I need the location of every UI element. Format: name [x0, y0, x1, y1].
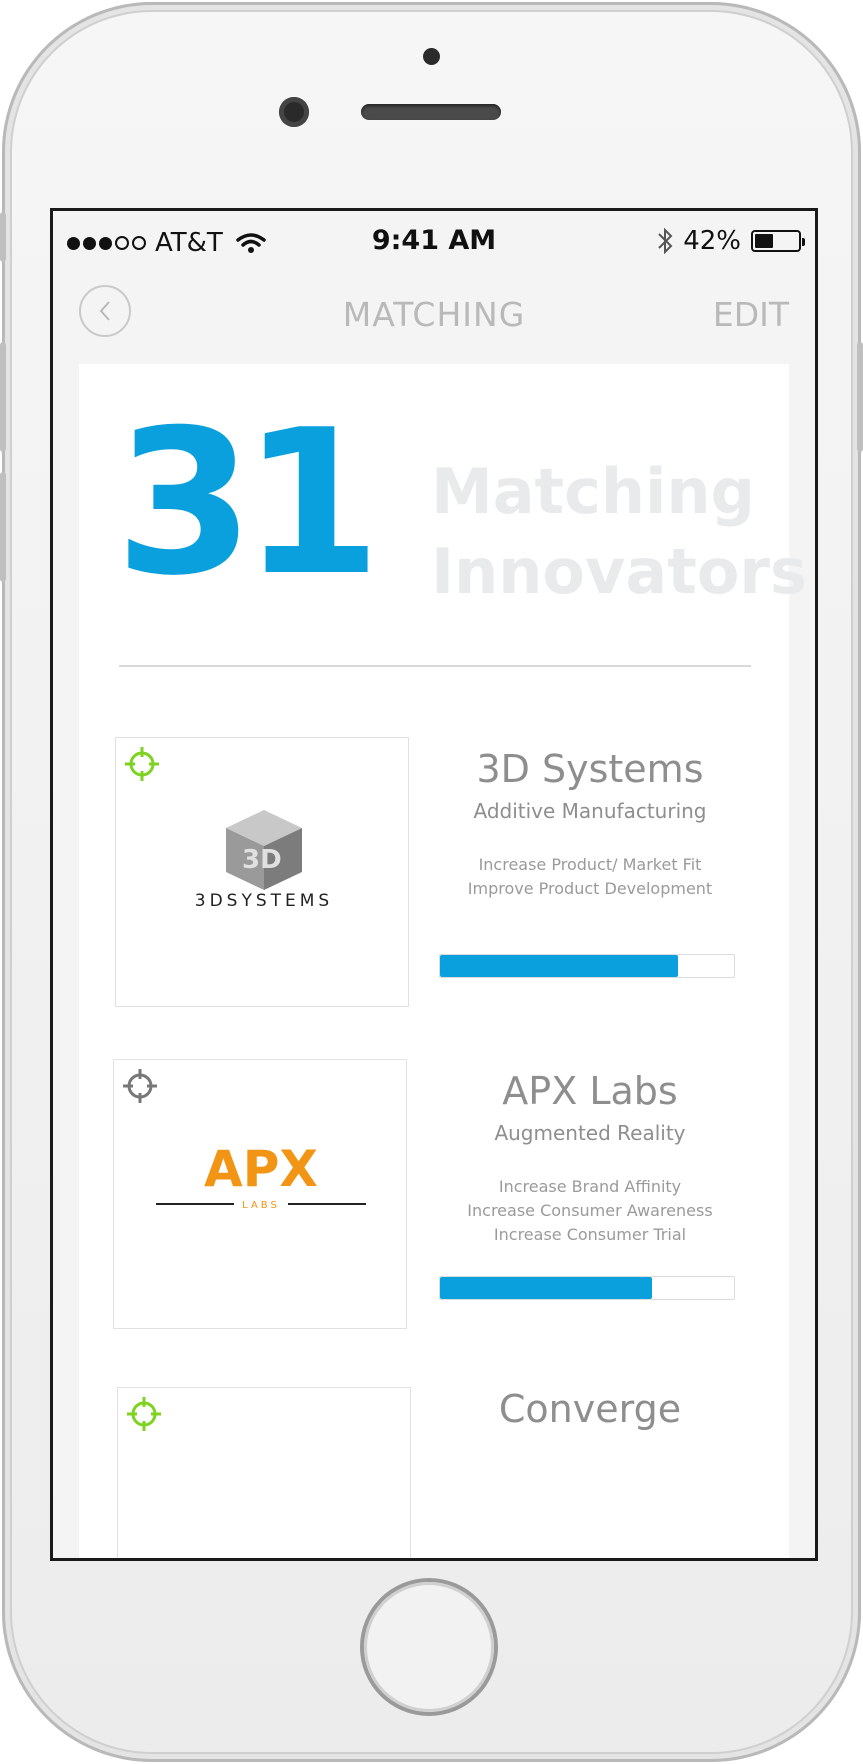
divider: [119, 665, 751, 667]
innovator-logo: 3D 3DSYSTEMS: [115, 737, 409, 1007]
match-score-fill: [440, 955, 679, 977]
nav-bar: MATCHING EDIT: [53, 265, 815, 360]
earpiece-speaker: [361, 104, 501, 120]
goal-item: Increase Consumer Trial: [493, 1225, 687, 1244]
volume-down-button: [0, 472, 6, 582]
match-score-value: 81: [703, 956, 724, 975]
headline-line1: Matching: [431, 455, 755, 528]
matching-card: 31 Matching Innovators 3D 3DSYSTEMS 3D S…: [79, 364, 807, 1558]
headline-line2: Innovators: [431, 535, 807, 608]
match-score-bar: 81: [439, 954, 735, 978]
innovator-name: Converge: [498, 1387, 682, 1431]
3d-systems-logo: 3D 3DSYSTEMS: [195, 810, 333, 911]
goal-item: Increase Product/ Market Fit: [478, 855, 702, 874]
apx-logo-text: APX: [204, 1140, 318, 1198]
goal-item: Improve Product Development: [467, 879, 713, 898]
apx-labs-logo: APX LABS: [156, 1140, 366, 1211]
target-icon[interactable]: [124, 1394, 164, 1434]
innovator-logo: [117, 1387, 411, 1558]
innovator-info: APX Labs Augmented Reality Increase Bran…: [429, 1059, 751, 1247]
match-score-value: 72: [703, 1278, 724, 1297]
target-icon[interactable]: [122, 744, 162, 784]
innovator-card[interactable]: Converge: [117, 1387, 753, 1558]
match-score-fill: [440, 1277, 652, 1299]
match-count: 31: [115, 387, 381, 620]
innovator-info: Converge: [429, 1387, 751, 1431]
match-score-bar: 72: [439, 1276, 735, 1300]
innovator-goals: Increase Product/ Market Fit Improve Pro…: [429, 853, 751, 901]
mute-switch: [0, 212, 6, 262]
volume-up-button: [0, 342, 6, 452]
innovator-card[interactable]: 3D 3DSYSTEMS 3D Systems Additive Manufac…: [115, 737, 751, 1017]
innovator-name: APX Labs: [502, 1069, 678, 1113]
innovator-goals: Increase Brand Affinity Increase Consume…: [429, 1175, 751, 1247]
status-right: 42%: [657, 226, 805, 256]
power-button: [857, 342, 863, 452]
3d-systems-logo-text: 3DSYSTEMS: [195, 891, 333, 911]
bluetooth-icon: [658, 227, 673, 255]
home-button[interactable]: [364, 1582, 494, 1712]
status-bar: AT&T 9:41 AM 42%: [53, 211, 815, 265]
innovator-card[interactable]: APX LABS APX Labs Augmented Reality Incr…: [113, 1059, 749, 1339]
innovator-logo: APX LABS: [113, 1059, 407, 1329]
battery-percent: 42%: [683, 226, 741, 256]
front-camera: [279, 97, 309, 127]
innovator-category: Augmented Reality: [494, 1121, 686, 1145]
target-icon[interactable]: [120, 1066, 160, 1106]
edit-button[interactable]: EDIT: [713, 295, 789, 334]
screen: AT&T 9:41 AM 42% MATCHING EDIT 31 Matchi…: [50, 208, 818, 1561]
innovator-category: Additive Manufacturing: [473, 799, 707, 823]
innovator-name: 3D Systems: [476, 747, 704, 791]
match-headline: Matching Innovators: [431, 452, 807, 612]
innovator-info: 3D Systems Additive Manufacturing Increa…: [429, 737, 751, 901]
proximity-sensor: [423, 48, 440, 65]
battery-icon: [751, 230, 805, 252]
goal-item: Increase Brand Affinity: [498, 1177, 682, 1196]
goal-item: Increase Consumer Awareness: [467, 1201, 713, 1220]
svg-text:3D: 3D: [242, 845, 282, 875]
page-title: MATCHING: [342, 295, 526, 334]
apx-logo-subtext: LABS: [242, 1200, 280, 1211]
